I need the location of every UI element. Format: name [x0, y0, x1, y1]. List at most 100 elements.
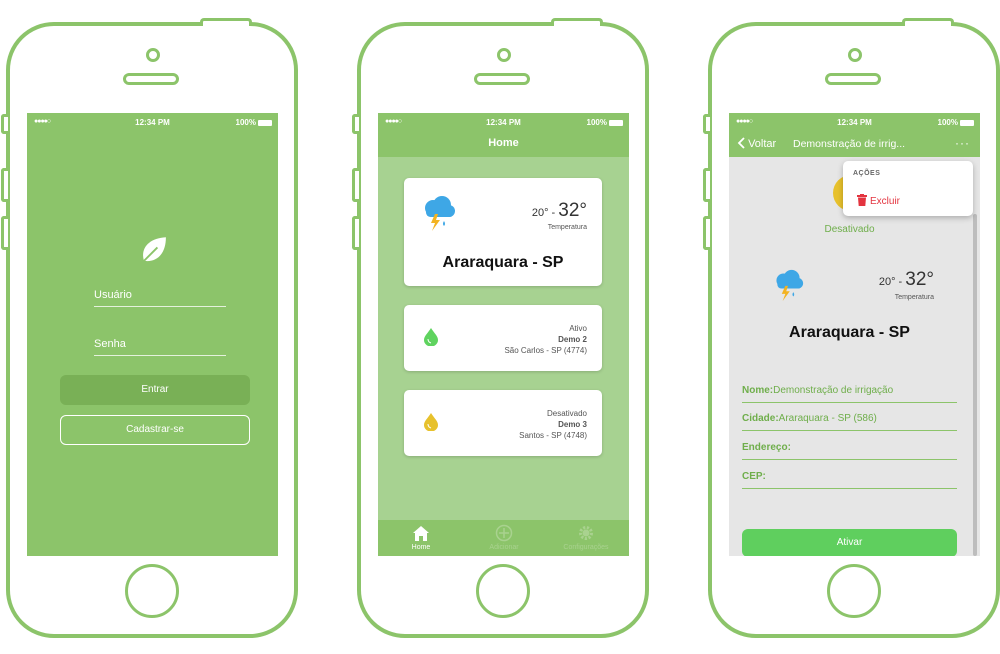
field-label: CEP: [742, 471, 766, 482]
password-input[interactable]: Senha [94, 338, 226, 356]
device-name: Demo 2 [558, 335, 587, 344]
field-name: Nome:Demonstração de irrigação [742, 385, 957, 403]
home-hardware-button [476, 564, 530, 618]
tab-settings[interactable]: Configurações [546, 524, 626, 551]
home-screen: ●●●●○ 12:34 PM 100% Home 20° - 32° Tempe… [378, 113, 629, 556]
device-location: Santos - SP (4748) [519, 431, 587, 440]
actions-menu-header: AÇÕES [853, 170, 881, 177]
temp-min: 20° [531, 207, 549, 219]
signup-button[interactable]: Cadastrar-se [60, 415, 250, 445]
temperature-label: Temperatura [894, 294, 934, 301]
battery-indicator: 100% [236, 118, 272, 127]
status-bar: ●●●●○ 12:34 PM 100% [378, 113, 629, 131]
chevron-left-icon [737, 137, 745, 149]
temperature-range: 20° - 32° [879, 269, 934, 291]
field-zip: CEP: [742, 471, 957, 489]
status-bar: ●●●●○ 12:34 PM 100% [729, 113, 980, 131]
activate-button[interactable]: Ativar [742, 529, 957, 556]
actions-menu: AÇÕES Excluir [843, 161, 973, 216]
login-screen: ●●●●○ 12:34 PM 100% Usuário Senha Entrar… [27, 113, 278, 556]
field-label: Cidade: [742, 413, 779, 424]
battery-icon [258, 120, 272, 126]
phone-detail: ●●●●○ 12:34 PM 100% Voltar Demonstração … [703, 18, 1000, 638]
gear-icon [579, 526, 593, 540]
trash-icon [857, 194, 867, 206]
tab-bar: Home Adicionar Configurações [378, 520, 629, 556]
temp-separator: - [898, 276, 903, 288]
device-card[interactable]: Ativo Demo 2 São Carlos - SP (4774) [404, 305, 602, 371]
device-info: Desativado Demo 3 Santos - SP (4748) [519, 408, 587, 441]
device-status: Desativado [546, 409, 587, 418]
battery-icon [609, 120, 623, 126]
back-label: Voltar [748, 138, 777, 150]
battery-indicator: 100% [587, 118, 623, 127]
field-city: Cidade:Araraquara - SP (586) [742, 413, 957, 431]
mute-switch [703, 114, 710, 134]
tab-add[interactable]: Adicionar [464, 524, 544, 551]
power-button [551, 18, 603, 26]
weather-card[interactable]: 20° - 32° Temperatura Araraquara - SP [404, 178, 602, 286]
power-button [200, 18, 252, 26]
temp-max: 32° [905, 269, 934, 290]
device-card[interactable]: Desativado Demo 3 Santos - SP (4748) [404, 390, 602, 456]
page-title: Home [488, 137, 519, 149]
navigation-bar: ●●●●○ 12:34 PM 100% Voltar Demonstração … [729, 113, 980, 157]
volume-up-button [703, 168, 710, 202]
volume-up-button [352, 168, 359, 202]
back-button[interactable]: Voltar [737, 137, 776, 150]
earpiece-speaker [474, 73, 530, 85]
field-address: Endereço: [742, 442, 957, 460]
home-icon [413, 526, 429, 541]
volume-down-button [352, 216, 359, 250]
enter-button[interactable]: Entrar [60, 375, 250, 405]
front-camera [146, 48, 160, 62]
water-drop-icon [424, 328, 438, 346]
power-button [902, 18, 954, 26]
volume-down-button [703, 216, 710, 250]
home-hardware-button [827, 564, 881, 618]
volume-down-button [1, 216, 8, 250]
navigation-bar: ●●●●○ 12:34 PM 100% Home [378, 113, 629, 157]
delete-menu-item[interactable]: Excluir [857, 194, 900, 207]
username-input[interactable]: Usuário [94, 289, 226, 307]
front-camera [848, 48, 862, 62]
temp-max: 32° [558, 200, 587, 221]
temp-min: 20° [878, 276, 896, 288]
storm-cloud-icon [425, 196, 455, 231]
scrollbar[interactable] [973, 214, 977, 556]
phone-home: ●●●●○ 12:34 PM 100% Home 20° - 32° Tempe… [352, 18, 649, 638]
city-name: Araraquara - SP [789, 324, 910, 341]
battery-icon [960, 120, 974, 126]
temp-separator: - [551, 207, 556, 219]
field-label: Endereço: [742, 442, 791, 453]
volume-up-button [1, 168, 8, 202]
water-drop-icon [424, 413, 438, 431]
earpiece-speaker [123, 73, 179, 85]
device-location: São Carlos - SP (4774) [504, 346, 587, 355]
tab-home[interactable]: Home [381, 524, 461, 551]
storm-cloud-icon [776, 269, 804, 301]
phone-login: ●●●●○ 12:34 PM 100% Usuário Senha Entrar… [1, 18, 298, 638]
city-name: Araraquara - SP [442, 254, 564, 271]
more-options-button[interactable]: ··· [955, 136, 970, 150]
front-camera [497, 48, 511, 62]
add-icon [495, 524, 513, 542]
delete-label: Excluir [870, 196, 901, 207]
temperature-label: Temperatura [547, 224, 587, 231]
status-bar: ●●●●○ 12:34 PM 100% [27, 113, 278, 131]
battery-indicator: 100% [938, 118, 974, 127]
earpiece-speaker [825, 73, 881, 85]
device-status: Ativo [569, 324, 587, 333]
temperature-range: 20° - 32° [532, 200, 587, 222]
mute-switch [1, 114, 8, 134]
tab-settings-label: Configurações [563, 544, 609, 551]
device-status: Desativado [824, 224, 875, 235]
tab-home-label: Home [411, 544, 431, 551]
mute-switch [352, 114, 359, 134]
field-value: Araraquara - SP (586) [778, 413, 877, 424]
leaf-icon [140, 237, 166, 265]
page-title: Demonstração de irrig... [793, 138, 906, 150]
device-name: Demo 3 [558, 420, 587, 429]
field-label: Nome: [742, 385, 774, 396]
tab-add-label: Adicionar [489, 544, 519, 551]
